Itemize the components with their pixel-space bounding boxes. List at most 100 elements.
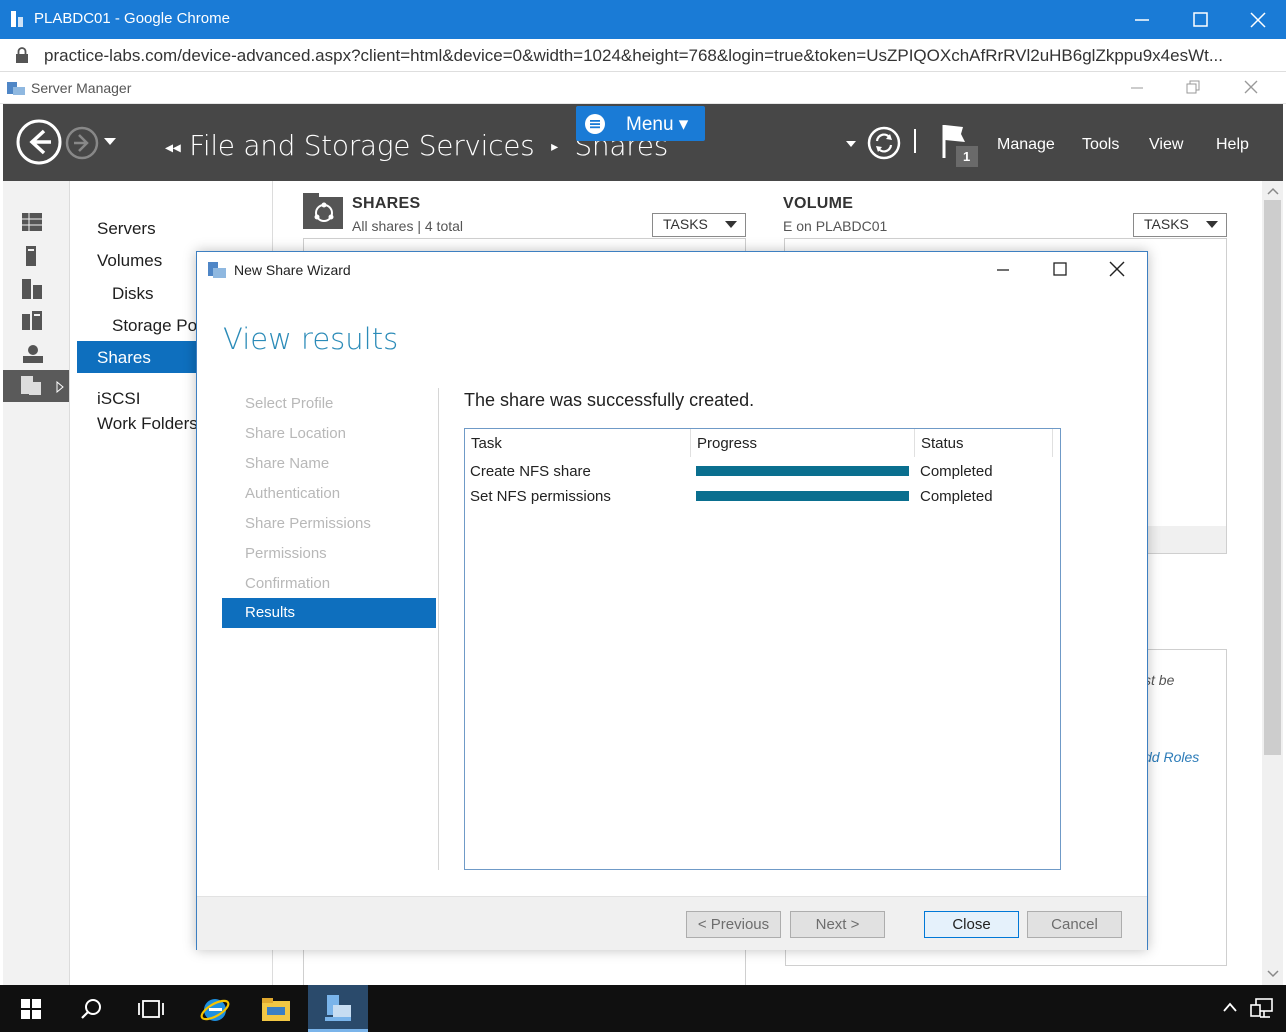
step-share-name: Share Name xyxy=(245,455,330,472)
nav-storage-pools[interactable]: Storage Po xyxy=(112,316,197,336)
remote-menu-button[interactable]: Menu ▾ xyxy=(576,106,705,141)
row-status: Completed xyxy=(920,488,993,505)
scroll-up-icon[interactable] xyxy=(1267,187,1279,195)
refresh-icon[interactable] xyxy=(866,125,902,161)
wizard-heading: View results xyxy=(223,322,399,356)
dashboard-icon[interactable] xyxy=(22,213,42,231)
history-dropdown-icon[interactable] xyxy=(103,137,117,147)
forward-arrow-icon[interactable] xyxy=(65,126,99,160)
address-bar[interactable]: practice-labs.com/device-advanced.aspx?c… xyxy=(0,39,1286,72)
menu-view[interactable]: View xyxy=(1149,136,1183,154)
scrollbar-thumb[interactable] xyxy=(1264,200,1281,755)
close-button[interactable]: Close xyxy=(924,911,1019,938)
server-manager-titlebar: Server Manager xyxy=(0,72,1286,104)
wizard-maximize-icon[interactable] xyxy=(1051,260,1069,278)
menu-manage[interactable]: Manage xyxy=(997,136,1055,154)
search-icon[interactable] xyxy=(62,985,122,1032)
header-dropdown-icon[interactable] xyxy=(846,140,856,148)
next-button[interactable]: Next > xyxy=(790,911,885,938)
server-manager-icon xyxy=(6,80,26,96)
sm-restore-icon[interactable] xyxy=(1184,78,1202,96)
menu-help[interactable]: Help xyxy=(1216,136,1249,154)
nav-iscsi[interactable]: iSCSI xyxy=(97,389,140,409)
back-arrow-icon[interactable] xyxy=(15,118,63,166)
minimize-icon[interactable] xyxy=(1130,8,1154,32)
file-explorer-icon[interactable] xyxy=(246,985,306,1032)
file-services-group-icon[interactable] xyxy=(22,311,44,331)
server-app-icon xyxy=(9,9,25,29)
file-storage-services-icon[interactable] xyxy=(21,376,45,396)
nav-volumes[interactable]: Volumes xyxy=(97,251,162,271)
lower-panel-text: st be xyxy=(1144,672,1175,688)
breadcrumb-back-icon[interactable]: ◂◂ xyxy=(165,138,181,157)
step-authentication: Authentication xyxy=(245,485,341,502)
maximize-icon[interactable] xyxy=(1188,8,1212,32)
results-table: Task Progress Status Create NFS share Co… xyxy=(464,428,1061,870)
step-results-label: Results xyxy=(245,604,296,621)
windows-logo-icon xyxy=(21,999,41,1019)
progress-track xyxy=(696,466,909,476)
notifications-flag-icon[interactable] xyxy=(939,122,979,168)
nav-shares-label: Shares xyxy=(97,348,151,367)
shares-tile-subtitle: All shares | 4 total xyxy=(352,218,464,234)
header-separator xyxy=(914,129,916,153)
local-server-icon[interactable] xyxy=(26,246,38,266)
shares-tasks-label: TASKS xyxy=(663,216,708,232)
sm-close-icon[interactable] xyxy=(1242,78,1260,96)
nav-servers[interactable]: Servers xyxy=(97,219,156,239)
sm-minimize-icon[interactable] xyxy=(1128,78,1146,96)
row-status: Completed xyxy=(920,463,993,480)
taskbar xyxy=(0,985,1286,1032)
add-roles-link[interactable]: dd Roles xyxy=(1144,749,1199,765)
wizard-close-icon[interactable] xyxy=(1108,260,1126,278)
wizard-footer: < Previous Next > Close Cancel xyxy=(197,896,1147,950)
column-header-status[interactable]: Status xyxy=(915,429,1053,457)
row-task: Create NFS share xyxy=(470,463,591,480)
menu-tools[interactable]: Tools xyxy=(1082,136,1119,154)
wizard-title: New Share Wizard xyxy=(234,262,351,278)
hamburger-icon xyxy=(584,113,606,135)
internet-explorer-icon[interactable] xyxy=(184,985,244,1032)
volume-tasks-button[interactable]: TASKS xyxy=(1133,213,1227,237)
start-button[interactable] xyxy=(0,985,60,1032)
progress-track xyxy=(696,491,909,501)
network-icon[interactable] xyxy=(1250,998,1274,1020)
wizard-app-icon xyxy=(207,261,227,279)
volume-tasks-label: TASKS xyxy=(1144,216,1189,232)
ad-ds-icon[interactable] xyxy=(22,344,44,364)
table-row[interactable]: Set NFS permissions Completed xyxy=(465,482,1060,507)
browser-title: PLABDC01 - Google Chrome xyxy=(34,10,230,27)
step-results[interactable]: Results xyxy=(222,598,436,628)
cancel-button[interactable]: Cancel xyxy=(1027,911,1122,938)
progress-bar xyxy=(696,491,909,501)
column-header-task[interactable]: Task xyxy=(465,429,691,457)
step-confirmation: Confirmation xyxy=(245,575,331,592)
menu-label: Menu ▾ xyxy=(626,114,689,135)
table-row[interactable]: Create NFS share Completed xyxy=(465,457,1060,482)
all-servers-icon[interactable] xyxy=(22,279,44,299)
server-manager-taskbar-icon[interactable] xyxy=(308,985,368,1032)
scroll-down-icon[interactable] xyxy=(1267,970,1279,978)
close-icon[interactable] xyxy=(1246,8,1270,32)
step-select-profile: Select Profile xyxy=(245,395,334,412)
progress-bar xyxy=(696,466,909,476)
expand-arrow-icon[interactable] xyxy=(56,381,64,393)
nav-shares[interactable]: Shares xyxy=(77,341,197,373)
nav-disks[interactable]: Disks xyxy=(112,284,154,304)
volume-tile-title: VOLUME xyxy=(783,195,854,212)
column-header-progress[interactable]: Progress xyxy=(691,429,915,457)
server-manager-title: Server Manager xyxy=(31,80,132,96)
shares-tile-icon xyxy=(303,193,343,229)
browser-titlebar: PLABDC01 - Google Chrome xyxy=(0,0,1286,39)
wizard-minimize-icon[interactable] xyxy=(994,260,1012,278)
lock-icon xyxy=(15,47,29,63)
step-share-permissions: Share Permissions xyxy=(245,515,371,532)
show-hidden-icons-icon[interactable] xyxy=(1222,1001,1238,1013)
shares-tasks-button[interactable]: TASKS xyxy=(652,213,746,237)
breadcrumb-section[interactable]: File and Storage Services xyxy=(189,129,535,162)
row-task: Set NFS permissions xyxy=(470,488,611,505)
url-text[interactable]: practice-labs.com/device-advanced.aspx?c… xyxy=(44,46,1274,66)
task-view-icon[interactable] xyxy=(122,985,182,1032)
previous-button[interactable]: < Previous xyxy=(686,911,781,938)
nav-work-folders[interactable]: Work Folders xyxy=(97,414,198,434)
